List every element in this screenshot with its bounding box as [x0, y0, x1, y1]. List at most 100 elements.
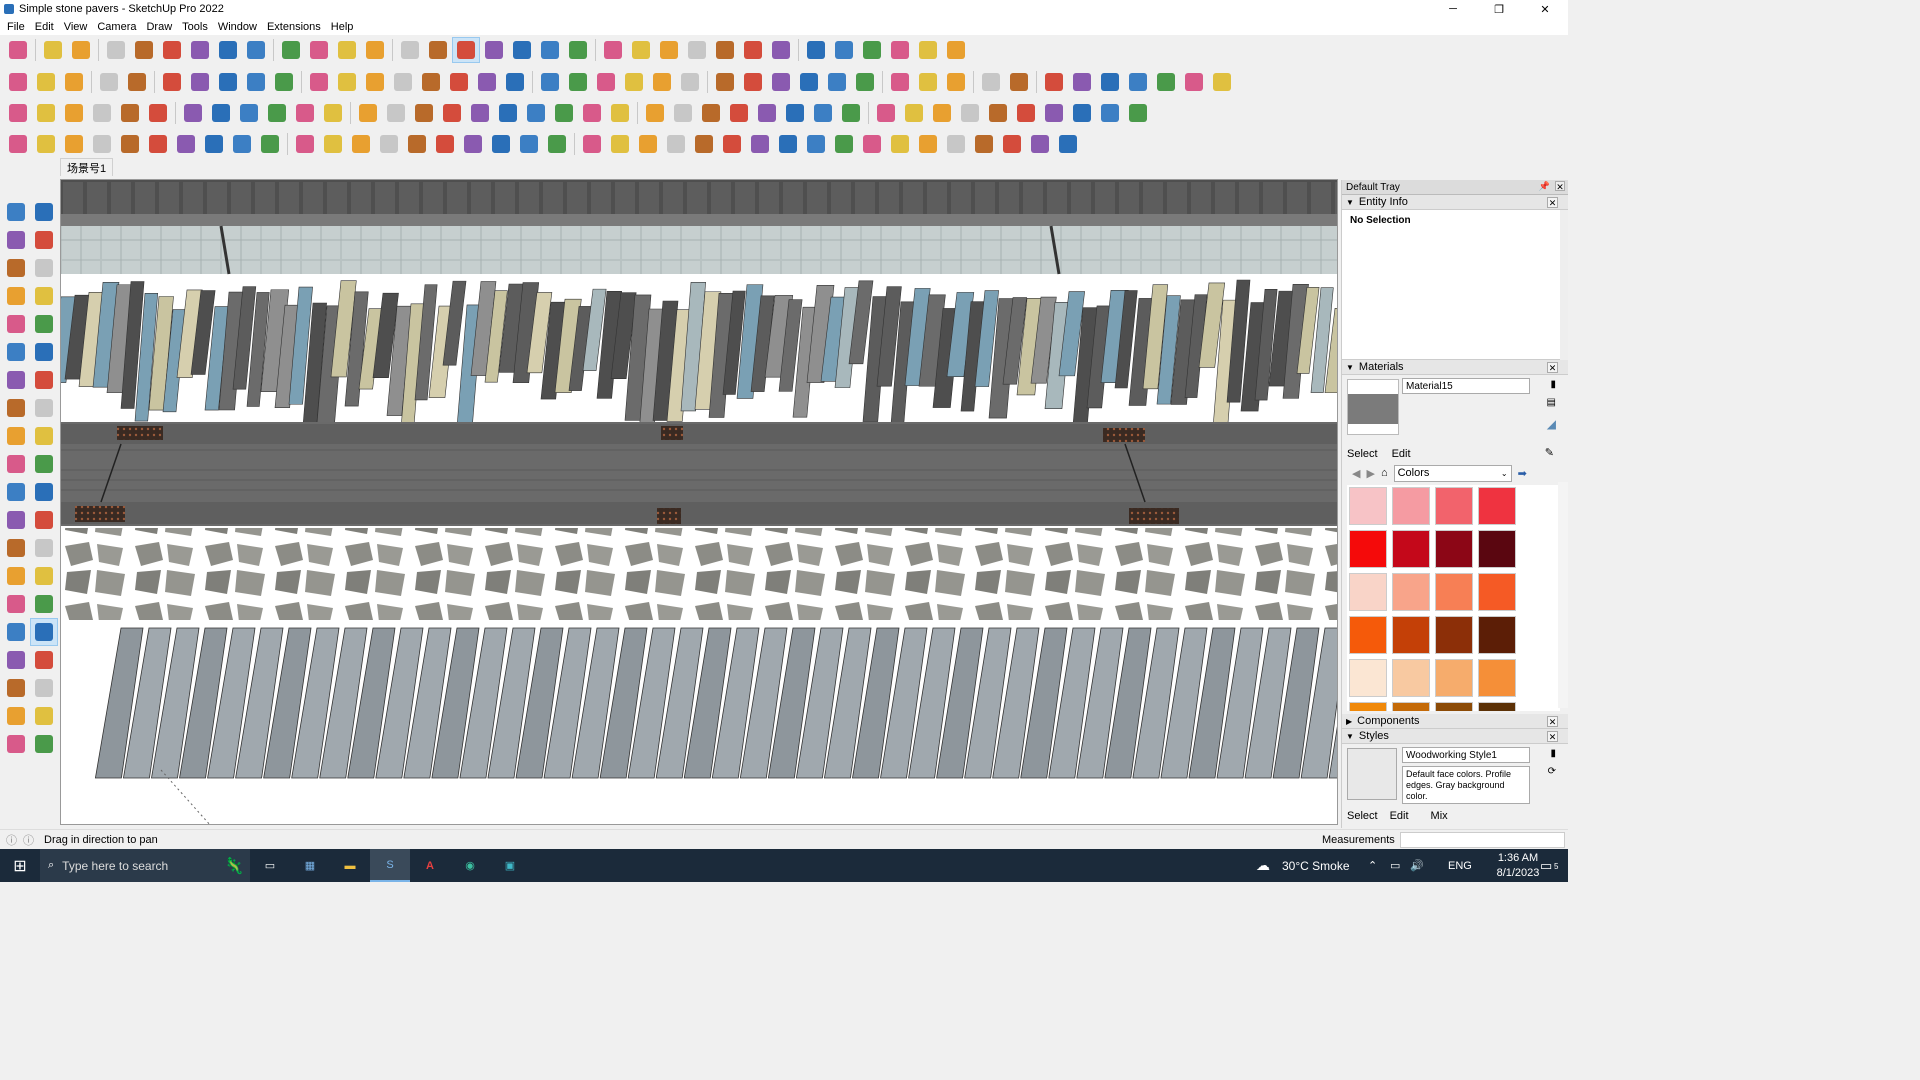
network-icon[interactable]: ▭: [1390, 859, 1400, 872]
tool-tbrow3-19-tool-button[interactable]: [550, 100, 578, 126]
left-tool-19-button[interactable]: [30, 450, 58, 478]
home-icon[interactable]: ⌂: [1381, 467, 1388, 479]
tool-tbrow3-27-tool-button[interactable]: [781, 100, 809, 126]
tool-tbrow3-31-tool-button[interactable]: [900, 100, 928, 126]
taskbar-search-box[interactable]: ⌕ Type here to search 🦎: [40, 849, 250, 882]
minimize-button[interactable]: ─: [1430, 0, 1476, 18]
color-swatch[interactable]: [1478, 616, 1516, 654]
tool-tbrow4-14-tool-button[interactable]: [403, 131, 431, 157]
tool-tbrow3-21-tool-button[interactable]: [606, 100, 634, 126]
tool-tbrow3-26-tool-button[interactable]: [753, 100, 781, 126]
tool-tbrow4-4-tool-button[interactable]: [116, 131, 144, 157]
details-arrow-icon[interactable]: ➡: [1518, 467, 1527, 480]
tool-tbrow3-3-tool-button[interactable]: [88, 100, 116, 126]
tool-tbrow4-18-tool-button[interactable]: [515, 131, 543, 157]
tool-tbrow2-0-tool-button[interactable]: [4, 69, 32, 95]
styles-section-header[interactable]: ▼ Styles ✕: [1342, 729, 1568, 744]
left-tool-6-button[interactable]: [2, 282, 30, 310]
tool-tbrow4-11-tool-button[interactable]: [319, 131, 347, 157]
color-swatch[interactable]: [1435, 659, 1473, 697]
undo-tool-button[interactable]: [886, 37, 914, 63]
create-style-icon[interactable]: ▮: [1550, 748, 1556, 759]
color-swatch[interactable]: [1435, 573, 1473, 611]
position-camera-tool-button[interactable]: [655, 37, 683, 63]
tool-tbrow2-3-tool-button[interactable]: [95, 69, 123, 95]
tool-tbrow3-17-tool-button[interactable]: [494, 100, 522, 126]
left-tool-11-button[interactable]: [30, 338, 58, 366]
tool-tbrow4-10-tool-button[interactable]: [291, 131, 319, 157]
tool-tbrow3-32-tool-button[interactable]: [928, 100, 956, 126]
follow-me-tool-button[interactable]: [214, 37, 242, 63]
tool-tbrow4-30-tool-button[interactable]: [858, 131, 886, 157]
select-tool-button[interactable]: [39, 37, 67, 63]
tape-tool-button[interactable]: [333, 37, 361, 63]
calculator-app-icon[interactable]: ▦: [290, 859, 330, 872]
orbit-tool-button[interactable]: [424, 37, 452, 63]
color-swatch[interactable]: [1392, 702, 1430, 711]
styles-tab-mix[interactable]: Mix: [1431, 810, 1448, 822]
color-swatch[interactable]: [1349, 702, 1387, 711]
file-explorer-icon[interactable]: ▬: [330, 860, 370, 872]
tool-tbrow2-21-tool-button[interactable]: [620, 69, 648, 95]
tab-edit[interactable]: Edit: [1392, 448, 1411, 460]
style-name-field[interactable]: [1402, 747, 1530, 763]
color-swatch[interactable]: [1478, 530, 1516, 568]
color-swatch[interactable]: [1392, 573, 1430, 611]
color-swatch[interactable]: [1349, 487, 1387, 525]
windows-start-icon[interactable]: ⊞: [0, 856, 40, 876]
tool-tbrow2-6-tool-button[interactable]: [186, 69, 214, 95]
tool-tbrow2-32-tool-button[interactable]: [942, 69, 970, 95]
left-tool-12-button[interactable]: [2, 366, 30, 394]
left-tool-37-button[interactable]: [30, 702, 58, 730]
tool-tbrow3-20-tool-button[interactable]: [578, 100, 606, 126]
left-tool-0-button[interactable]: [2, 198, 30, 226]
color-swatch[interactable]: [1435, 702, 1473, 711]
tool-tbrow2-7-tool-button[interactable]: [214, 69, 242, 95]
left-tool-38-button[interactable]: [2, 730, 30, 758]
weather-text[interactable]: 30°C Smoke: [1282, 859, 1350, 873]
arc-tool-button[interactable]: [130, 37, 158, 63]
left-tool-27-button[interactable]: [30, 562, 58, 590]
tool-tbrow4-34-tool-button[interactable]: [970, 131, 998, 157]
swatch-scrollbar[interactable]: [1558, 482, 1568, 708]
tool-tbrow2-12-tool-button[interactable]: [361, 69, 389, 95]
left-tool-32-button[interactable]: [2, 646, 30, 674]
left-tool-4-button[interactable]: [2, 254, 30, 282]
tool-tbrow2-40-tool-button[interactable]: [1180, 69, 1208, 95]
left-tool-17-button[interactable]: [30, 422, 58, 450]
left-tool-39-button[interactable]: [30, 730, 58, 758]
tool-tbrow4-3-tool-button[interactable]: [88, 131, 116, 157]
color-swatch[interactable]: [1435, 530, 1473, 568]
tool-tbrow4-26-tool-button[interactable]: [746, 131, 774, 157]
tool-tbrow2-13-tool-button[interactable]: [389, 69, 417, 95]
tool-tbrow4-17-tool-button[interactable]: [487, 131, 515, 157]
tool-tbrow4-32-tool-button[interactable]: [914, 131, 942, 157]
tab-select[interactable]: Select: [1347, 448, 1378, 460]
styles-tab-select[interactable]: Select: [1347, 810, 1378, 822]
tool-tbrow3-2-tool-button[interactable]: [60, 100, 88, 126]
zoom-tool-button[interactable]: [4, 37, 32, 63]
eyedropper-icon[interactable]: ✎: [1545, 446, 1554, 459]
create-material-icon[interactable]: ▮: [1550, 379, 1556, 390]
back-icon[interactable]: ◀: [1352, 467, 1360, 480]
tray-chevron-up-icon[interactable]: ⌃: [1368, 859, 1377, 872]
tool-tbrow3-16-tool-button[interactable]: [466, 100, 494, 126]
tool-tbrow3-13-tool-button[interactable]: [382, 100, 410, 126]
tool-tbrow2-15-tool-button[interactable]: [445, 69, 473, 95]
rotate-tool-button[interactable]: [277, 37, 305, 63]
styles-tab-edit[interactable]: Edit: [1390, 810, 1409, 822]
tool-tbrow4-5-tool-button[interactable]: [144, 131, 172, 157]
left-tool-28-button[interactable]: [2, 590, 30, 618]
tool-tbrow2-28-tool-button[interactable]: [823, 69, 851, 95]
menu-view[interactable]: View: [59, 21, 93, 33]
left-tool-1-button[interactable]: [30, 198, 58, 226]
color-swatch[interactable]: [1478, 702, 1516, 711]
left-tool-23-button[interactable]: [30, 506, 58, 534]
tool-tbrow2-39-tool-button[interactable]: [1152, 69, 1180, 95]
pan-tool-button[interactable]: [452, 37, 480, 63]
color-swatch[interactable]: [1478, 487, 1516, 525]
left-tool-9-button[interactable]: [30, 310, 58, 338]
color-swatch[interactable]: [1478, 573, 1516, 611]
sample-paint-icon[interactable]: ◢: [1547, 417, 1556, 431]
paint-tool-button[interactable]: [396, 37, 424, 63]
